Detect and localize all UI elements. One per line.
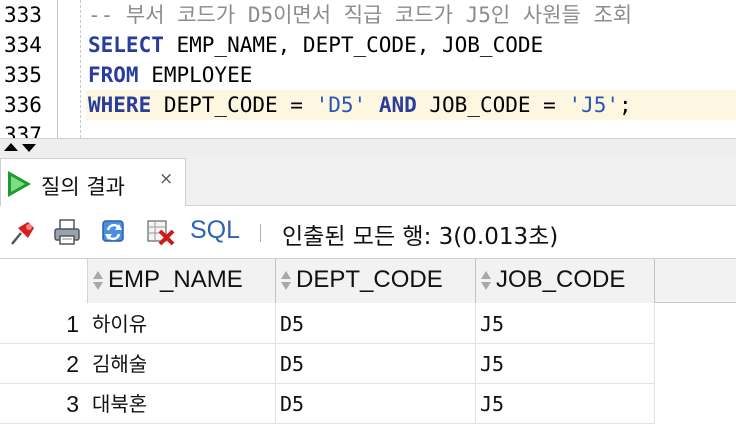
code-fragment: JOB_CODE =: [416, 93, 569, 117]
line-number: 334: [4, 33, 42, 57]
sql-keyword: AND: [366, 93, 417, 117]
grid-header: EMP_NAME DEPT_CODE JOB_CODE: [0, 259, 736, 303]
toolbar-separator: [260, 224, 261, 242]
column-label: EMP_NAME: [108, 266, 243, 293]
table-row[interactable]: 3 대북혼 D5 J5: [0, 384, 655, 424]
row-header-corner: [0, 259, 88, 303]
code-line[interactable]: 335 FROM EMPLOYEE: [0, 60, 736, 90]
column-label: JOB_CODE: [496, 266, 626, 293]
tab-label: 질의 결과: [41, 175, 125, 199]
result-toolbar: SQL 인출된 모든 행: 3(0.013초): [0, 206, 736, 256]
code-text: SELECT EMP_NAME, DEPT_CODE, JOB_CODE: [88, 31, 543, 59]
cell-job-code[interactable]: J5: [476, 344, 655, 384]
cell-dept-code[interactable]: D5: [276, 304, 476, 344]
cell-emp-name[interactable]: 하이유: [88, 304, 276, 344]
column-header-emp-name[interactable]: EMP_NAME: [88, 259, 276, 303]
cell-emp-name[interactable]: 김해술: [88, 344, 276, 384]
pane-splitter[interactable]: [0, 138, 736, 156]
sql-keyword: FROM: [88, 63, 139, 87]
cell-job-code[interactable]: J5: [476, 304, 655, 344]
line-number: 337: [4, 123, 42, 138]
cell-dept-code[interactable]: D5: [276, 344, 476, 384]
sql-string: 'J5': [568, 93, 620, 117]
sql-keyword: WHERE: [88, 93, 152, 117]
cell-job-code[interactable]: J5: [476, 384, 655, 424]
row-number: 3: [66, 391, 79, 417]
refresh-icon[interactable]: [100, 218, 130, 246]
column-label: DEPT_CODE: [296, 266, 443, 293]
sort-icon[interactable]: [93, 270, 103, 292]
line-number: 336: [4, 93, 42, 117]
sql-comment: -- 부서 코드가 D5이면서 직급 코드가 J5인 사원들 조회: [88, 3, 633, 27]
column-header-dept-code[interactable]: DEPT_CODE: [276, 259, 476, 303]
sort-icon[interactable]: [281, 270, 291, 292]
sql-button[interactable]: SQL: [190, 216, 240, 245]
row-number: 2: [66, 351, 79, 377]
code-line[interactable]: 337: [0, 120, 736, 138]
cell-emp-name[interactable]: 대북혼: [88, 384, 276, 424]
fetch-status: 인출된 모든 행: 3(0.013초): [282, 224, 559, 250]
sort-icon[interactable]: [481, 270, 491, 292]
cancel-query-icon[interactable]: [146, 218, 176, 246]
code-line[interactable]: 333 -- 부서 코드가 D5이면서 직급 코드가 J5인 사원들 조회: [0, 0, 736, 30]
run-result-icon-highlight: [11, 176, 25, 192]
collapse-down-icon[interactable]: [22, 144, 36, 152]
line-number: 333: [4, 3, 42, 27]
cell-dept-code[interactable]: D5: [276, 384, 476, 424]
column-header-job-code[interactable]: JOB_CODE: [476, 259, 655, 303]
close-icon[interactable]: ×: [159, 169, 173, 189]
code-line-current[interactable]: 336 WHERE DEPT_CODE = 'D5' AND JOB_CODE …: [0, 90, 736, 120]
code-fragment: ;: [619, 93, 632, 117]
code-text: WHERE DEPT_CODE = 'D5' AND JOB_CODE = 'J…: [88, 91, 632, 119]
pin-icon[interactable]: [8, 218, 38, 246]
result-grid[interactable]: EMP_NAME DEPT_CODE JOB_CODE 1 하이유 D5 J5 …: [0, 258, 736, 434]
code-fragment: DEPT_CODE =: [151, 93, 316, 117]
tab-query-result[interactable]: 질의 결과 ×: [0, 158, 186, 206]
expand-up-icon[interactable]: [4, 143, 18, 151]
row-number: 1: [66, 311, 79, 337]
sql-string: 'D5': [315, 93, 367, 117]
print-icon[interactable]: [52, 218, 82, 246]
code-fragment: EMP_NAME, DEPT_CODE, JOB_CODE: [163, 33, 544, 57]
line-number: 335: [4, 63, 42, 87]
sql-editor[interactable]: 333 -- 부서 코드가 D5이면서 직급 코드가 J5인 사원들 조회 33…: [0, 0, 736, 138]
table-row[interactable]: 1 하이유 D5 J5: [0, 304, 655, 344]
sql-keyword: SELECT: [88, 33, 164, 57]
code-fragment: EMPLOYEE: [138, 63, 253, 87]
code-text: FROM EMPLOYEE: [88, 61, 252, 89]
code-line[interactable]: 334 SELECT EMP_NAME, DEPT_CODE, JOB_CODE: [0, 30, 736, 60]
result-tab-bar: 질의 결과 ×: [0, 156, 736, 206]
table-row[interactable]: 2 김해술 D5 J5: [0, 344, 655, 384]
